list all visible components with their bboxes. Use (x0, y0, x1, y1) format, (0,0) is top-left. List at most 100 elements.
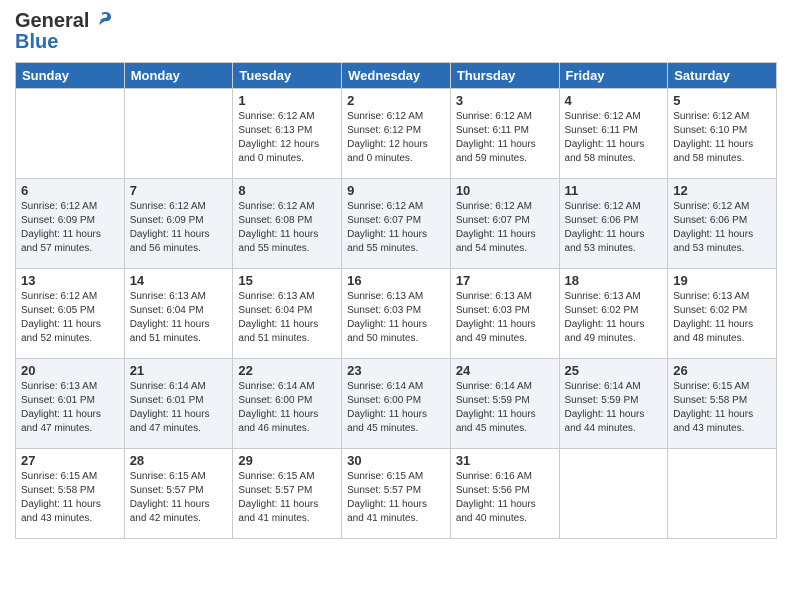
day-info: Sunrise: 6:15 AM Sunset: 5:57 PM Dayligh… (130, 470, 228, 526)
day-info: Sunrise: 6:15 AM Sunset: 5:58 PM Dayligh… (673, 380, 771, 436)
day-info: Sunrise: 6:12 AM Sunset: 6:11 PM Dayligh… (456, 110, 554, 166)
day-info: Sunrise: 6:14 AM Sunset: 5:59 PM Dayligh… (456, 380, 554, 436)
day-cell-6: 6 Sunrise: 6:12 AM Sunset: 6:09 PM Daylig… (16, 179, 125, 269)
calendar-page: General Blue SundayMondayTuesdayWednesda… (0, 0, 792, 549)
day-number: 8 (238, 183, 336, 198)
day-number: 2 (347, 93, 445, 108)
day-info: Sunrise: 6:12 AM Sunset: 6:12 PM Dayligh… (347, 110, 445, 166)
logo-general-text: General (15, 10, 89, 33)
day-number: 30 (347, 453, 445, 468)
day-info: Sunrise: 6:12 AM Sunset: 6:10 PM Dayligh… (673, 110, 771, 166)
day-info: Sunrise: 6:13 AM Sunset: 6:03 PM Dayligh… (347, 290, 445, 346)
weekday-header-thursday: Thursday (450, 63, 559, 89)
day-info: Sunrise: 6:16 AM Sunset: 5:56 PM Dayligh… (456, 470, 554, 526)
day-cell-9: 9 Sunrise: 6:12 AM Sunset: 6:07 PM Daylig… (342, 179, 451, 269)
day-info: Sunrise: 6:15 AM Sunset: 5:58 PM Dayligh… (21, 470, 119, 526)
empty-cell (559, 449, 668, 539)
day-info: Sunrise: 6:12 AM Sunset: 6:07 PM Dayligh… (456, 200, 554, 256)
day-number: 14 (130, 273, 228, 288)
weekday-header-tuesday: Tuesday (233, 63, 342, 89)
week-row-2: 6 Sunrise: 6:12 AM Sunset: 6:09 PM Daylig… (16, 179, 777, 269)
day-number: 16 (347, 273, 445, 288)
day-cell-29: 29 Sunrise: 6:15 AM Sunset: 5:57 PM Dayli… (233, 449, 342, 539)
day-cell-5: 5 Sunrise: 6:12 AM Sunset: 6:10 PM Daylig… (668, 89, 777, 179)
day-number: 6 (21, 183, 119, 198)
day-cell-8: 8 Sunrise: 6:12 AM Sunset: 6:08 PM Daylig… (233, 179, 342, 269)
week-row-1: 1 Sunrise: 6:12 AM Sunset: 6:13 PM Daylig… (16, 89, 777, 179)
day-number: 4 (565, 93, 663, 108)
day-info: Sunrise: 6:12 AM Sunset: 6:05 PM Dayligh… (21, 290, 119, 346)
weekday-header-monday: Monday (124, 63, 233, 89)
day-number: 20 (21, 363, 119, 378)
day-cell-7: 7Sunrise: 6:12 AM Sunset: 6:09 PM Daylig… (124, 179, 233, 269)
logo-blue-text: Blue (15, 31, 113, 54)
day-cell-31: 31 Sunrise: 6:16 AM Sunset: 5:56 PM Dayli… (450, 449, 559, 539)
day-number: 5 (673, 93, 771, 108)
week-row-4: 20 Sunrise: 6:13 AM Sunset: 6:01 PM Dayli… (16, 359, 777, 449)
empty-cell (124, 89, 233, 179)
day-number: 11 (565, 183, 663, 198)
day-number: 22 (238, 363, 336, 378)
day-info: Sunrise: 6:13 AM Sunset: 6:02 PM Dayligh… (673, 290, 771, 346)
day-cell-17: 17Sunrise: 6:13 AM Sunset: 6:03 PM Dayli… (450, 269, 559, 359)
day-number: 9 (347, 183, 445, 198)
day-number: 23 (347, 363, 445, 378)
day-cell-4: 4 Sunrise: 6:12 AM Sunset: 6:11 PM Daylig… (559, 89, 668, 179)
day-cell-2: 2 Sunrise: 6:12 AM Sunset: 6:12 PM Daylig… (342, 89, 451, 179)
day-number: 10 (456, 183, 554, 198)
day-cell-19: 19 Sunrise: 6:13 AM Sunset: 6:02 PM Dayli… (668, 269, 777, 359)
day-number: 15 (238, 273, 336, 288)
day-number: 1 (238, 93, 336, 108)
day-cell-15: 15 Sunrise: 6:13 AM Sunset: 6:04 PM Dayli… (233, 269, 342, 359)
day-number: 19 (673, 273, 771, 288)
weekday-header-wednesday: Wednesday (342, 63, 451, 89)
day-cell-20: 20 Sunrise: 6:13 AM Sunset: 6:01 PM Dayli… (16, 359, 125, 449)
weekday-header-row: SundayMondayTuesdayWednesdayThursdayFrid… (16, 63, 777, 89)
week-row-3: 13 Sunrise: 6:12 AM Sunset: 6:05 PM Dayli… (16, 269, 777, 359)
day-info: Sunrise: 6:14 AM Sunset: 6:00 PM Dayligh… (238, 380, 336, 436)
day-info: Sunrise: 6:12 AM Sunset: 6:06 PM Dayligh… (565, 200, 663, 256)
calendar-table: SundayMondayTuesdayWednesdayThursdayFrid… (15, 62, 777, 539)
day-cell-16: 16 Sunrise: 6:13 AM Sunset: 6:03 PM Dayli… (342, 269, 451, 359)
day-number: 12 (673, 183, 771, 198)
day-cell-1: 1 Sunrise: 6:12 AM Sunset: 6:13 PM Daylig… (233, 89, 342, 179)
day-info: Sunrise: 6:12 AM Sunset: 6:07 PM Dayligh… (347, 200, 445, 256)
day-info: Sunrise: 6:12 AM Sunset: 6:08 PM Dayligh… (238, 200, 336, 256)
day-info: Sunrise: 6:15 AM Sunset: 5:57 PM Dayligh… (238, 470, 336, 526)
week-row-5: 27 Sunrise: 6:15 AM Sunset: 5:58 PM Dayli… (16, 449, 777, 539)
day-number: 31 (456, 453, 554, 468)
empty-cell (16, 89, 125, 179)
day-number: 21 (130, 363, 228, 378)
day-number: 17 (456, 273, 554, 288)
day-info: Sunrise: 6:12 AM Sunset: 6:11 PM Dayligh… (565, 110, 663, 166)
day-info: Sunrise: 6:13 AM Sunset: 6:02 PM Dayligh… (565, 290, 663, 346)
day-number: 3 (456, 93, 554, 108)
day-number: 18 (565, 273, 663, 288)
day-number: 7 (130, 183, 228, 198)
day-info: Sunrise: 6:13 AM Sunset: 6:01 PM Dayligh… (21, 380, 119, 436)
day-cell-10: 10 Sunrise: 6:12 AM Sunset: 6:07 PM Dayli… (450, 179, 559, 269)
day-cell-25: 25 Sunrise: 6:14 AM Sunset: 5:59 PM Dayli… (559, 359, 668, 449)
day-number: 25 (565, 363, 663, 378)
day-cell-21: 21 Sunrise: 6:14 AM Sunset: 6:01 PM Dayli… (124, 359, 233, 449)
day-number: 13 (21, 273, 119, 288)
header: General Blue (15, 10, 777, 54)
weekday-header-friday: Friday (559, 63, 668, 89)
empty-cell (668, 449, 777, 539)
day-info: Sunrise: 6:13 AM Sunset: 6:04 PM Dayligh… (238, 290, 336, 346)
day-info: Sunrise: 6:12 AM Sunset: 6:06 PM Dayligh… (673, 200, 771, 256)
day-info: Sunrise: 6:12 AM Sunset: 6:13 PM Dayligh… (238, 110, 336, 166)
day-info: Sunrise: 6:12 AM Sunset: 6:09 PM Dayligh… (21, 200, 119, 256)
day-cell-3: 3 Sunrise: 6:12 AM Sunset: 6:11 PM Daylig… (450, 89, 559, 179)
day-cell-24: 24 Sunrise: 6:14 AM Sunset: 5:59 PM Dayli… (450, 359, 559, 449)
day-info: Sunrise: 6:15 AM Sunset: 5:57 PM Dayligh… (347, 470, 445, 526)
day-number: 29 (238, 453, 336, 468)
day-number: 24 (456, 363, 554, 378)
day-cell-26: 26Sunrise: 6:15 AM Sunset: 5:58 PM Dayli… (668, 359, 777, 449)
day-info: Sunrise: 6:14 AM Sunset: 5:59 PM Dayligh… (565, 380, 663, 436)
day-number: 27 (21, 453, 119, 468)
day-cell-14: 14 Sunrise: 6:13 AM Sunset: 6:04 PM Dayli… (124, 269, 233, 359)
day-info: Sunrise: 6:13 AM Sunset: 6:04 PM Dayligh… (130, 290, 228, 346)
day-info: Sunrise: 6:14 AM Sunset: 6:01 PM Dayligh… (130, 380, 228, 436)
day-cell-23: 23Sunrise: 6:14 AM Sunset: 6:00 PM Dayli… (342, 359, 451, 449)
